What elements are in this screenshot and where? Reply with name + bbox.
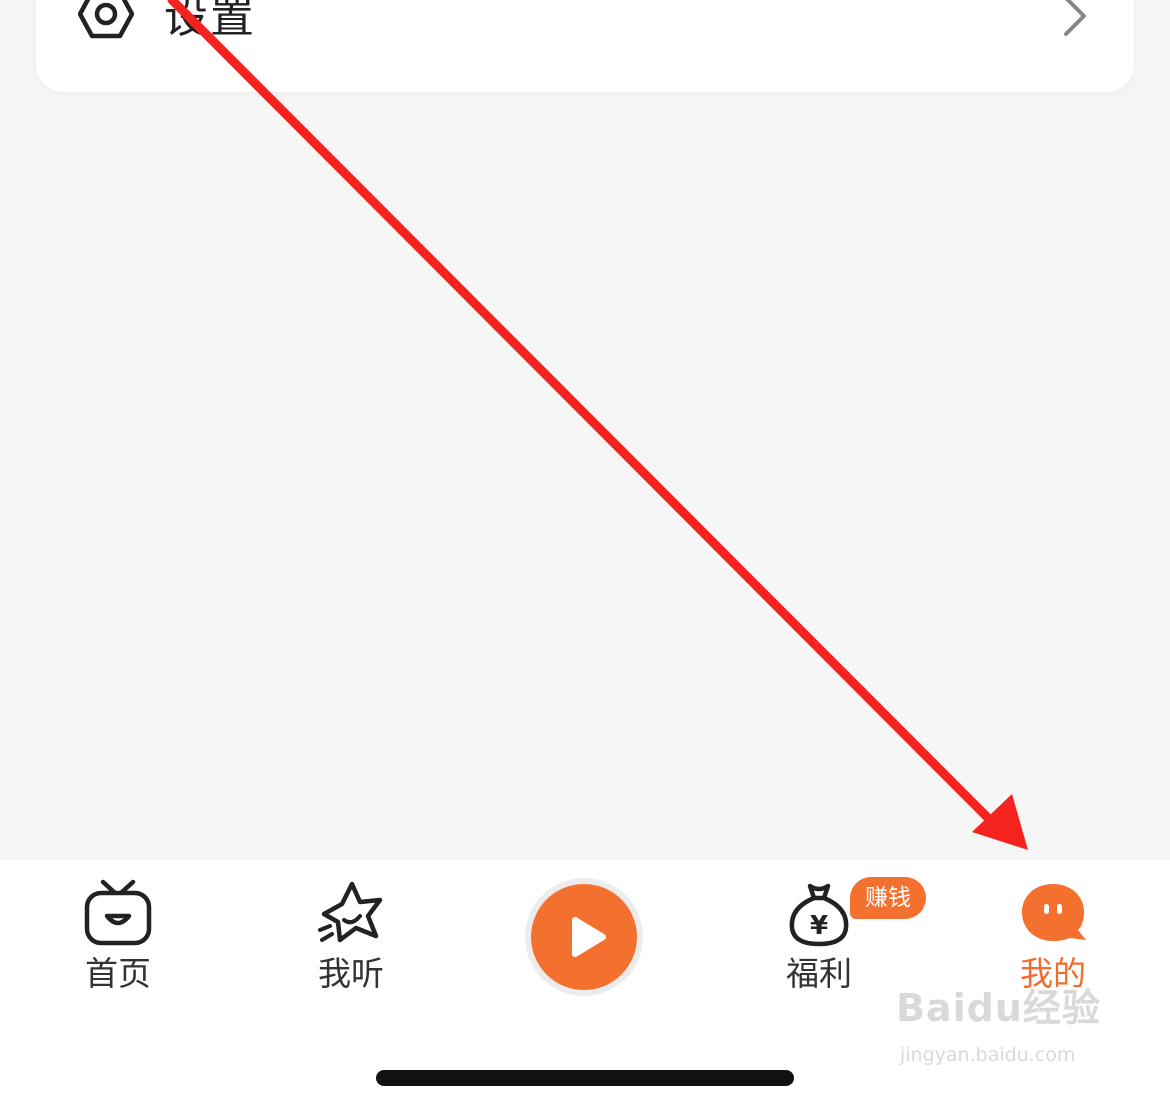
chat-face-icon [1022, 884, 1086, 941]
screen: 设置 首页 我听 ¥ 福利 赚钱 我的 Baidu经验 jingyan.baid… [0, 0, 1170, 1106]
play-icon [572, 917, 606, 957]
home-indicator [376, 1070, 794, 1086]
tab-home-label: 首页 [85, 954, 151, 993]
tab-home[interactable]: 首页 [33, 860, 203, 1010]
settings-card: 设置 [36, 0, 1134, 92]
watermark-brand: Baidu经验 [896, 986, 1101, 1030]
gear-icon [78, 0, 134, 39]
play-button-circle [531, 884, 637, 990]
settings-row[interactable]: 设置 [36, 0, 1134, 92]
star-icon [318, 881, 383, 943]
baidu-jingyan-watermark: Baidu经验 jingyan.baidu.com [896, 980, 1110, 1084]
svg-text:¥: ¥ [810, 911, 828, 941]
tv-face-icon [84, 879, 152, 946]
money-bag-icon: ¥ [789, 883, 849, 947]
play-button[interactable] [525, 878, 643, 996]
tab-listen[interactable]: 我听 [266, 860, 436, 1010]
settings-label: 设置 [164, 0, 256, 43]
tab-listen-label: 我听 [318, 954, 384, 993]
tab-welfare-label: 福利 [786, 954, 852, 993]
watermark-url: jingyan.baidu.com [900, 1044, 1076, 1066]
chevron-right-icon [1064, 0, 1086, 36]
earn-money-badge[interactable]: 赚钱 [850, 877, 926, 919]
